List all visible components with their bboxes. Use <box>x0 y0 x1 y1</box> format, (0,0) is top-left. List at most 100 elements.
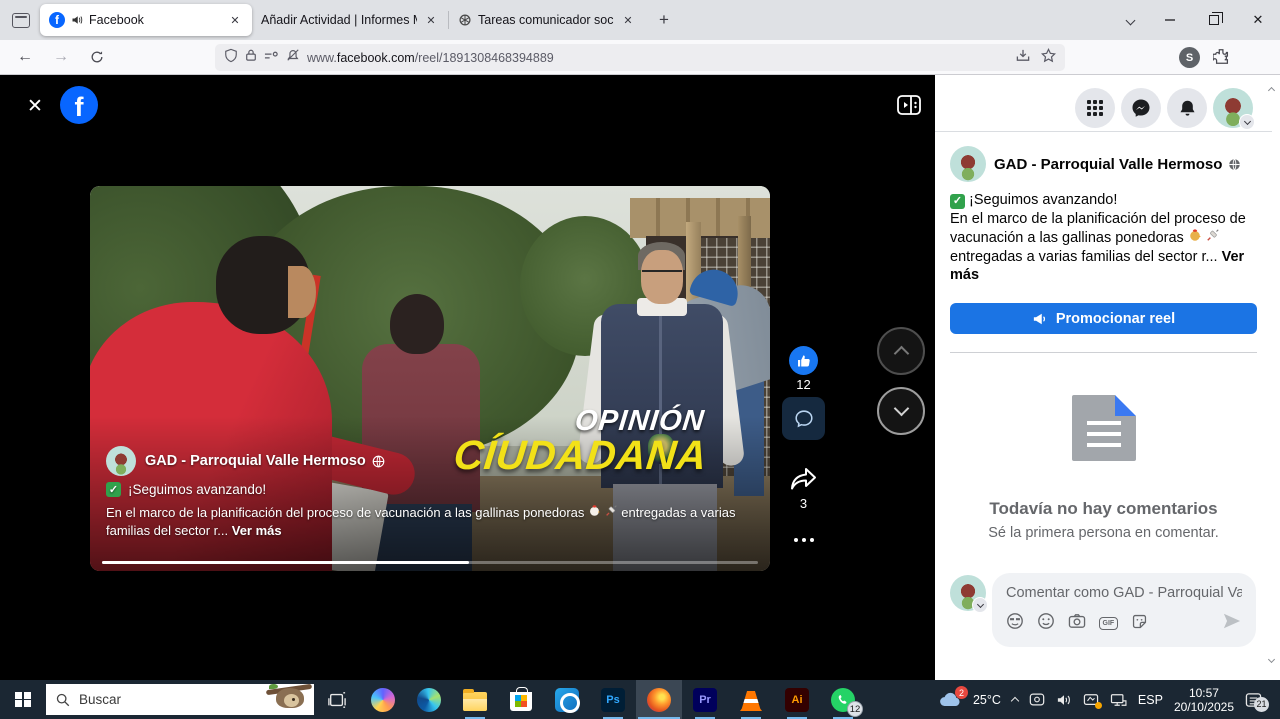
weather-cloud-icon[interactable]: 2 <box>938 691 962 708</box>
page-avatar[interactable] <box>106 446 136 476</box>
video-description[interactable]: En el marco de la planificación del proc… <box>106 504 756 539</box>
chicken-emoji <box>588 504 601 517</box>
facebook-logo[interactable]: f <box>60 86 98 124</box>
reload-button[interactable] <box>82 43 112 71</box>
edge-icon[interactable] <box>406 680 452 719</box>
camera-icon[interactable] <box>1068 613 1086 634</box>
tab-close-icon[interactable]: ✕ <box>423 12 439 28</box>
scrollbar-up-icon[interactable] <box>1265 83 1277 95</box>
tab-tareas[interactable]: Tareas comunicador social GAD ✕ <box>449 4 645 36</box>
start-button[interactable] <box>0 680 46 719</box>
messenger-icon[interactable] <box>1121 88 1161 128</box>
permissions-icon[interactable] <box>264 49 279 67</box>
firefox-icon[interactable] <box>636 680 682 719</box>
see-more-link[interactable]: Ver más <box>232 523 282 538</box>
previous-reel-button[interactable] <box>877 327 925 375</box>
post-text: ✓ ¡Seguimos avanzando! En el marco de la… <box>950 191 1254 285</box>
like-button[interactable] <box>789 346 818 375</box>
close-reel-icon[interactable]: ✕ <box>22 93 48 119</box>
next-reel-button[interactable] <box>877 387 925 435</box>
shield-icon[interactable] <box>224 48 238 68</box>
illustrator-icon[interactable]: Ai <box>774 680 820 719</box>
collapse-sidebar-icon[interactable] <box>894 92 924 118</box>
sidebar-page-row[interactable]: GAD - Parroquial Valle Hermoso <box>950 146 1241 182</box>
page-avatar[interactable] <box>950 146 986 182</box>
minimize-button[interactable] <box>1148 0 1192 40</box>
language-label[interactable]: ESP <box>1138 693 1163 707</box>
tab-informes[interactable]: Añadir Actividad | Informes Mensua ✕ <box>252 4 448 36</box>
sloth-search-art[interactable] <box>266 684 312 715</box>
no-comments-document-icon <box>1072 395 1136 461</box>
syringe-emoji <box>605 504 618 517</box>
file-explorer-icon[interactable] <box>452 680 498 719</box>
video-progress-fill <box>102 561 469 564</box>
comment-input[interactable]: Comentar como GAD - Parroquial Vall... <box>1006 585 1242 601</box>
sticker-icon[interactable] <box>1131 613 1148 635</box>
status-dot <box>1095 702 1102 709</box>
video-progress-bar[interactable] <box>102 561 758 564</box>
scrollbar-down-icon[interactable] <box>1265 655 1277 667</box>
avatar-sticker-icon[interactable] <box>1006 612 1024 635</box>
comment-button[interactable] <box>782 397 825 440</box>
tab-audio-icon[interactable] <box>71 14 83 26</box>
whatsapp-icon[interactable]: 12 <box>820 680 866 719</box>
url-bar[interactable]: www.facebook.com/reel/1891308468394889 <box>215 44 1065 71</box>
share-button[interactable] <box>786 464 821 494</box>
back-button[interactable]: ← <box>10 43 40 71</box>
tab-close-icon[interactable]: ✕ <box>227 12 243 28</box>
outlook-icon[interactable] <box>544 680 590 719</box>
browser-toolbar: ← → www.facebook.com/reel/18913084683948… <box>0 40 1280 75</box>
list-tabs-chevron-icon[interactable] <box>1112 5 1148 35</box>
reel-video[interactable]: OPINIÓN CÍUDADANA GAD - Parroquial Valle… <box>90 186 770 571</box>
temperature-label[interactable]: 25°C <box>973 693 1001 707</box>
composer-avatar[interactable] <box>950 575 986 611</box>
bookmark-star-icon[interactable] <box>1041 48 1056 68</box>
emoji-icon[interactable] <box>1037 612 1055 635</box>
vlc-icon[interactable] <box>728 680 774 719</box>
premiere-icon[interactable]: Pr <box>682 680 728 719</box>
comment-composer[interactable]: Comentar como GAD - Parroquial Vall... G… <box>992 573 1256 647</box>
new-tab-button[interactable]: + <box>649 5 679 35</box>
tray-expand-chevron-icon[interactable] <box>1012 695 1018 704</box>
save-page-icon[interactable] <box>1015 48 1031 68</box>
notifications-bell-icon[interactable] <box>1167 88 1207 128</box>
profile-avatar[interactable] <box>1213 88 1253 128</box>
microsoft-store-icon[interactable] <box>498 680 544 719</box>
tab-facebook[interactable]: f Facebook ✕ <box>40 4 252 36</box>
forward-button[interactable]: → <box>46 43 76 71</box>
tab-close-icon[interactable]: ✕ <box>620 12 636 28</box>
tray-clock[interactable]: 10:57 20/10/2025 <box>1174 686 1234 714</box>
notification-center-icon[interactable]: 21 <box>1245 692 1262 708</box>
volume-icon[interactable] <box>1056 693 1072 707</box>
video-person-maroon-head <box>390 294 444 354</box>
copilot-icon[interactable] <box>360 680 406 719</box>
extensions-puzzle-icon[interactable] <box>1213 48 1231 71</box>
send-comment-icon[interactable] <box>1222 612 1242 635</box>
meet-now-icon[interactable] <box>1029 692 1045 707</box>
url-text[interactable]: www.facebook.com/reel/1891308468394889 <box>307 51 554 65</box>
video-person-red-face <box>288 266 316 318</box>
task-view-button[interactable] <box>314 680 360 719</box>
photoshop-icon[interactable]: Ps <box>590 680 636 719</box>
gif-icon[interactable]: GIF <box>1099 617 1118 630</box>
extension-s-icon[interactable]: S <box>1179 47 1200 68</box>
snip-ink-icon[interactable] <box>1083 693 1099 707</box>
video-page-row[interactable]: GAD - Parroquial Valle Hermoso <box>106 446 385 476</box>
lock-icon[interactable] <box>245 48 257 67</box>
syringe-emoji <box>1206 228 1220 242</box>
video-elder-glasses <box>642 270 682 279</box>
restore-button[interactable] <box>1192 0 1236 40</box>
megaphone-icon <box>1032 312 1048 326</box>
facebook-favicon: f <box>49 12 65 28</box>
close-window-button[interactable]: ✕ <box>1236 0 1280 40</box>
more-options-icon[interactable] <box>789 533 818 547</box>
page-name[interactable]: GAD - Parroquial Valle Hermoso <box>145 453 366 469</box>
notifications-blocked-icon[interactable] <box>286 48 300 67</box>
page-name[interactable]: GAD - Parroquial Valle Hermoso <box>994 156 1222 173</box>
switch-account-chevron-icon <box>972 597 988 613</box>
firefox-view-button[interactable] <box>4 5 38 35</box>
network-display-icon[interactable] <box>1110 693 1127 707</box>
taskbar-search-box[interactable]: Buscar <box>46 684 314 715</box>
promote-reel-button[interactable]: Promocionar reel <box>950 303 1257 334</box>
apps-grid-icon[interactable] <box>1075 88 1115 128</box>
